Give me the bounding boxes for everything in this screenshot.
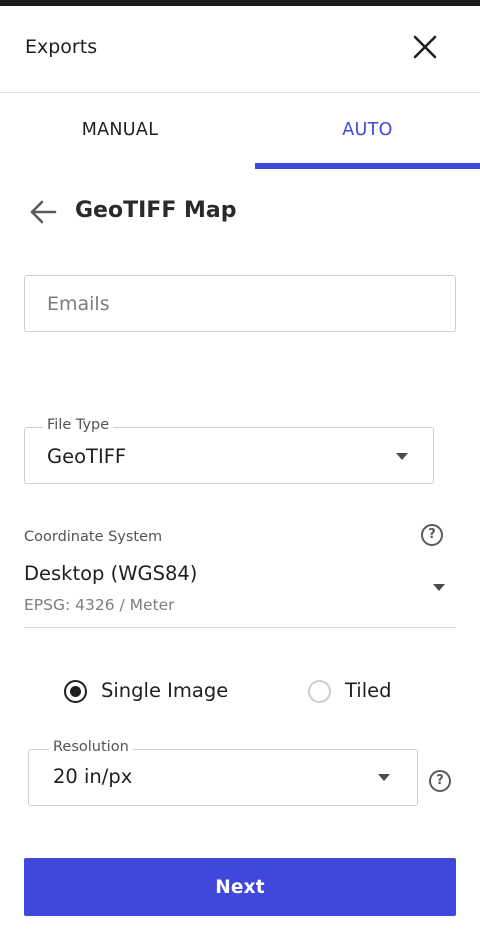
panel-title: Exports	[25, 36, 98, 58]
help-circle-icon[interactable]: ?	[421, 524, 443, 546]
radio-label: Tiled	[345, 679, 392, 702]
caret-down-icon	[396, 453, 408, 460]
caret-down-icon	[433, 584, 445, 591]
coordinate-system-epsg: EPSG: 4326 / Meter	[24, 596, 175, 614]
tab-auto[interactable]: AUTO	[255, 93, 480, 168]
file-type-value: GeoTIFF	[47, 445, 127, 468]
export-tabs: MANUAL AUTO	[0, 94, 480, 169]
file-type-select[interactable]: File Type GeoTIFF	[24, 417, 434, 484]
coordinate-system-label: Coordinate System	[24, 529, 163, 545]
resolution-label: Resolution	[49, 739, 133, 755]
resolution-value: 20 in/px	[53, 765, 133, 788]
form-title: GeoTIFF Map	[75, 198, 237, 223]
resolution-select[interactable]: Resolution 20 in/px	[28, 739, 418, 806]
exports-header: Exports	[0, 6, 480, 93]
coordinate-system-select[interactable]: Coordinate System ? Desktop (WGS84) EPSG…	[24, 524, 456, 628]
emails-input[interactable]	[24, 275, 456, 332]
radio-unselected-icon	[308, 680, 331, 703]
back-button[interactable]	[28, 197, 58, 227]
next-button[interactable]: Next	[24, 858, 456, 916]
caret-down-icon	[378, 774, 390, 781]
arrow-left-icon	[30, 200, 57, 224]
tab-manual[interactable]: MANUAL	[0, 93, 240, 168]
close-button[interactable]	[408, 30, 442, 64]
radio-selected-icon	[64, 680, 87, 703]
help-circle-icon[interactable]: ?	[429, 770, 451, 792]
active-tab-indicator	[255, 163, 480, 169]
file-type-label: File Type	[43, 417, 114, 433]
coordinate-system-value: Desktop (WGS84)	[24, 562, 198, 585]
close-icon	[413, 35, 437, 59]
radio-label: Single Image	[101, 679, 229, 702]
